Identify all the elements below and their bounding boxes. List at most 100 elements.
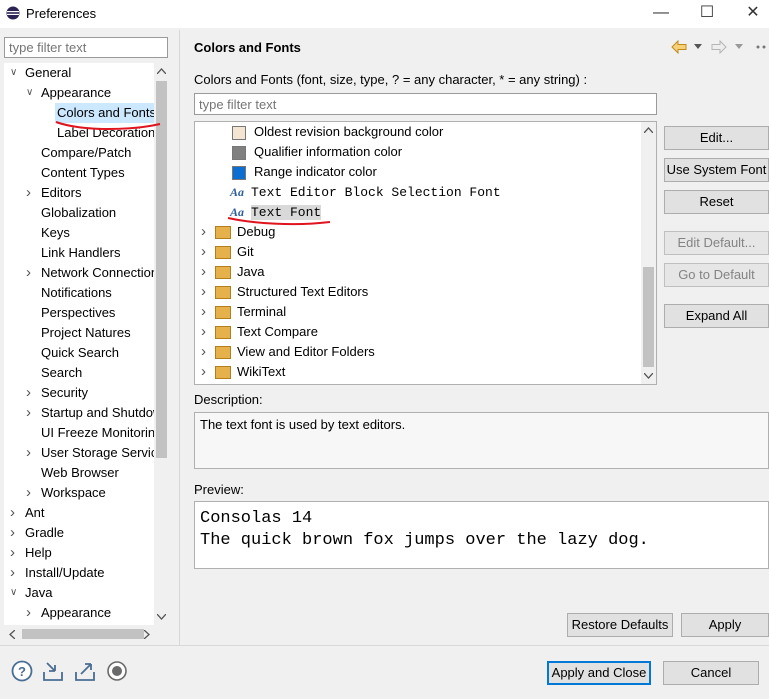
minimize-button[interactable]: — — [638, 0, 684, 28]
chevron-right-icon[interactable]: › — [201, 262, 215, 282]
color-item[interactable]: Range indicator color — [232, 162, 377, 182]
tree-item[interactable]: Web Browser — [41, 463, 119, 483]
scroll-up-icon[interactable] — [157, 68, 166, 74]
scroll-thumb[interactable] — [156, 81, 167, 458]
category-item[interactable]: › WikiText — [201, 362, 285, 382]
colors-filter-input[interactable] — [194, 93, 657, 115]
preference-filter-input[interactable] — [4, 37, 168, 58]
tree-item[interactable]: Globalization — [41, 203, 116, 223]
category-item[interactable]: › Git — [201, 242, 254, 262]
tree-item[interactable]: Notifications — [41, 283, 112, 303]
category-item[interactable]: › Text Compare — [201, 322, 318, 342]
tree-item[interactable]: Project Natures — [41, 323, 131, 343]
tree-item[interactable]: Workspace — [41, 483, 106, 503]
splitter[interactable] — [179, 30, 180, 645]
chevron-right-icon[interactable]: › — [201, 222, 215, 242]
tree-item[interactable]: User Storage Service — [41, 443, 154, 463]
tree-item[interactable]: Search — [41, 363, 82, 383]
chevron-right-icon[interactable]: › — [10, 503, 20, 523]
reset-button[interactable]: Reset — [664, 190, 769, 214]
chevron-right-icon[interactable]: › — [201, 322, 215, 342]
expand-all-button[interactable]: Expand All — [664, 304, 769, 328]
tree-item[interactable]: Appearance — [41, 83, 111, 103]
tree-item[interactable]: Install/Update — [25, 563, 105, 583]
chevron-right-icon[interactable]: › — [10, 523, 20, 543]
tree-item[interactable]: Link Handlers — [41, 243, 121, 263]
help-icon[interactable]: ? — [11, 660, 33, 682]
category-item[interactable]: › View and Editor Folders — [201, 342, 375, 362]
chevron-right-icon[interactable]: › — [10, 543, 20, 563]
chevron-right-icon[interactable]: › — [201, 302, 215, 322]
back-menu-chevron-down-icon[interactable] — [694, 44, 702, 50]
chevron-right-icon[interactable]: › — [201, 342, 215, 362]
use-system-font-button[interactable]: Use System Font — [664, 158, 769, 182]
cancel-button[interactable]: Cancel — [663, 661, 759, 685]
maximize-button[interactable]: ☐ — [684, 0, 730, 28]
chevron-right-icon[interactable]: › — [201, 362, 215, 382]
go-to-default-button[interactable]: Go to Default — [664, 263, 769, 287]
tree-item[interactable]: Compare/Patch — [41, 143, 131, 163]
colors-fonts-tree[interactable]: Oldest revision background color Qualifie… — [194, 121, 657, 385]
tree-horizontal-scrollbar[interactable] — [4, 625, 169, 643]
restore-defaults-button[interactable]: Restore Defaults — [567, 613, 673, 637]
tree-item[interactable]: Ant — [25, 503, 45, 523]
description-box: The text font is used by text editors. — [194, 412, 769, 469]
chevron-right-icon[interactable]: › — [26, 183, 36, 203]
tree-item[interactable]: Appearance — [41, 603, 111, 623]
chevron-right-icon[interactable]: › — [201, 242, 215, 262]
category-item[interactable]: › Java — [201, 262, 264, 282]
import-icon[interactable] — [42, 660, 64, 682]
view-menu-icon[interactable] — [755, 40, 769, 54]
scroll-down-icon[interactable] — [644, 373, 653, 379]
apply-button[interactable]: Apply — [681, 613, 769, 637]
tree-item[interactable]: Network Connections — [41, 263, 154, 283]
tree-item[interactable]: Content Types — [41, 163, 125, 183]
close-button[interactable]: ✕ — [730, 0, 769, 28]
font-item[interactable]: Aa Text Editor Block Selection Font — [230, 182, 501, 202]
chevron-right-icon[interactable]: › — [10, 563, 20, 583]
chevron-down-icon[interactable]: ∨ — [10, 583, 20, 603]
tree-vertical-scrollbar[interactable] — [154, 63, 169, 625]
colors-tree-scrollbar[interactable] — [641, 122, 656, 384]
scroll-right-icon[interactable] — [144, 630, 150, 639]
tree-item[interactable]: Keys — [41, 223, 70, 243]
scroll-thumb[interactable] — [22, 629, 144, 639]
scroll-left-icon[interactable] — [9, 630, 15, 639]
chevron-right-icon[interactable]: › — [26, 263, 36, 283]
chevron-down-icon[interactable]: ∨ — [10, 63, 20, 83]
color-item[interactable]: Qualifier information color — [232, 142, 402, 162]
scroll-thumb[interactable] — [643, 267, 654, 367]
scroll-down-icon[interactable] — [157, 614, 166, 620]
tree-item[interactable]: Perspectives — [41, 303, 115, 323]
chevron-down-icon[interactable]: ∨ — [26, 83, 36, 103]
tree-item[interactable]: Editors — [41, 183, 81, 203]
record-icon[interactable] — [106, 660, 128, 682]
annotation-underline — [55, 121, 161, 130]
chevron-right-icon[interactable]: › — [26, 383, 36, 403]
forward-icon[interactable] — [711, 40, 727, 54]
edit-button[interactable]: Edit... — [664, 126, 769, 150]
category-item[interactable]: › Structured Text Editors — [201, 282, 368, 302]
tree-item[interactable]: Help — [25, 543, 52, 563]
chevron-right-icon[interactable]: › — [26, 603, 36, 623]
tree-item[interactable]: Startup and Shutdown — [41, 403, 154, 423]
tree-item[interactable]: Security — [41, 383, 88, 403]
chevron-right-icon[interactable]: › — [26, 403, 36, 423]
apply-and-close-button[interactable]: Apply and Close — [547, 661, 651, 685]
back-icon[interactable] — [671, 40, 687, 54]
tree-item[interactable]: UI Freeze Monitoring — [41, 423, 154, 443]
export-icon[interactable] — [74, 660, 96, 682]
chevron-right-icon[interactable]: › — [201, 282, 215, 302]
tree-item[interactable]: General — [25, 63, 71, 83]
chevron-right-icon[interactable]: › — [26, 483, 36, 503]
tree-item[interactable]: Java — [25, 583, 52, 603]
forward-menu-chevron-down-icon[interactable] — [735, 44, 743, 50]
edit-default-button[interactable]: Edit Default... — [664, 231, 769, 255]
category-item[interactable]: › Terminal — [201, 302, 286, 322]
scroll-up-icon[interactable] — [644, 127, 653, 133]
chevron-right-icon[interactable]: › — [26, 443, 36, 463]
preference-tree[interactable]: ∨ General ∨ Appearance Colors and Fonts Label… — [4, 63, 154, 625]
tree-item[interactable]: Quick Search — [41, 343, 119, 363]
color-item[interactable]: Oldest revision background color — [232, 122, 443, 142]
tree-item[interactable]: Gradle — [25, 523, 64, 543]
